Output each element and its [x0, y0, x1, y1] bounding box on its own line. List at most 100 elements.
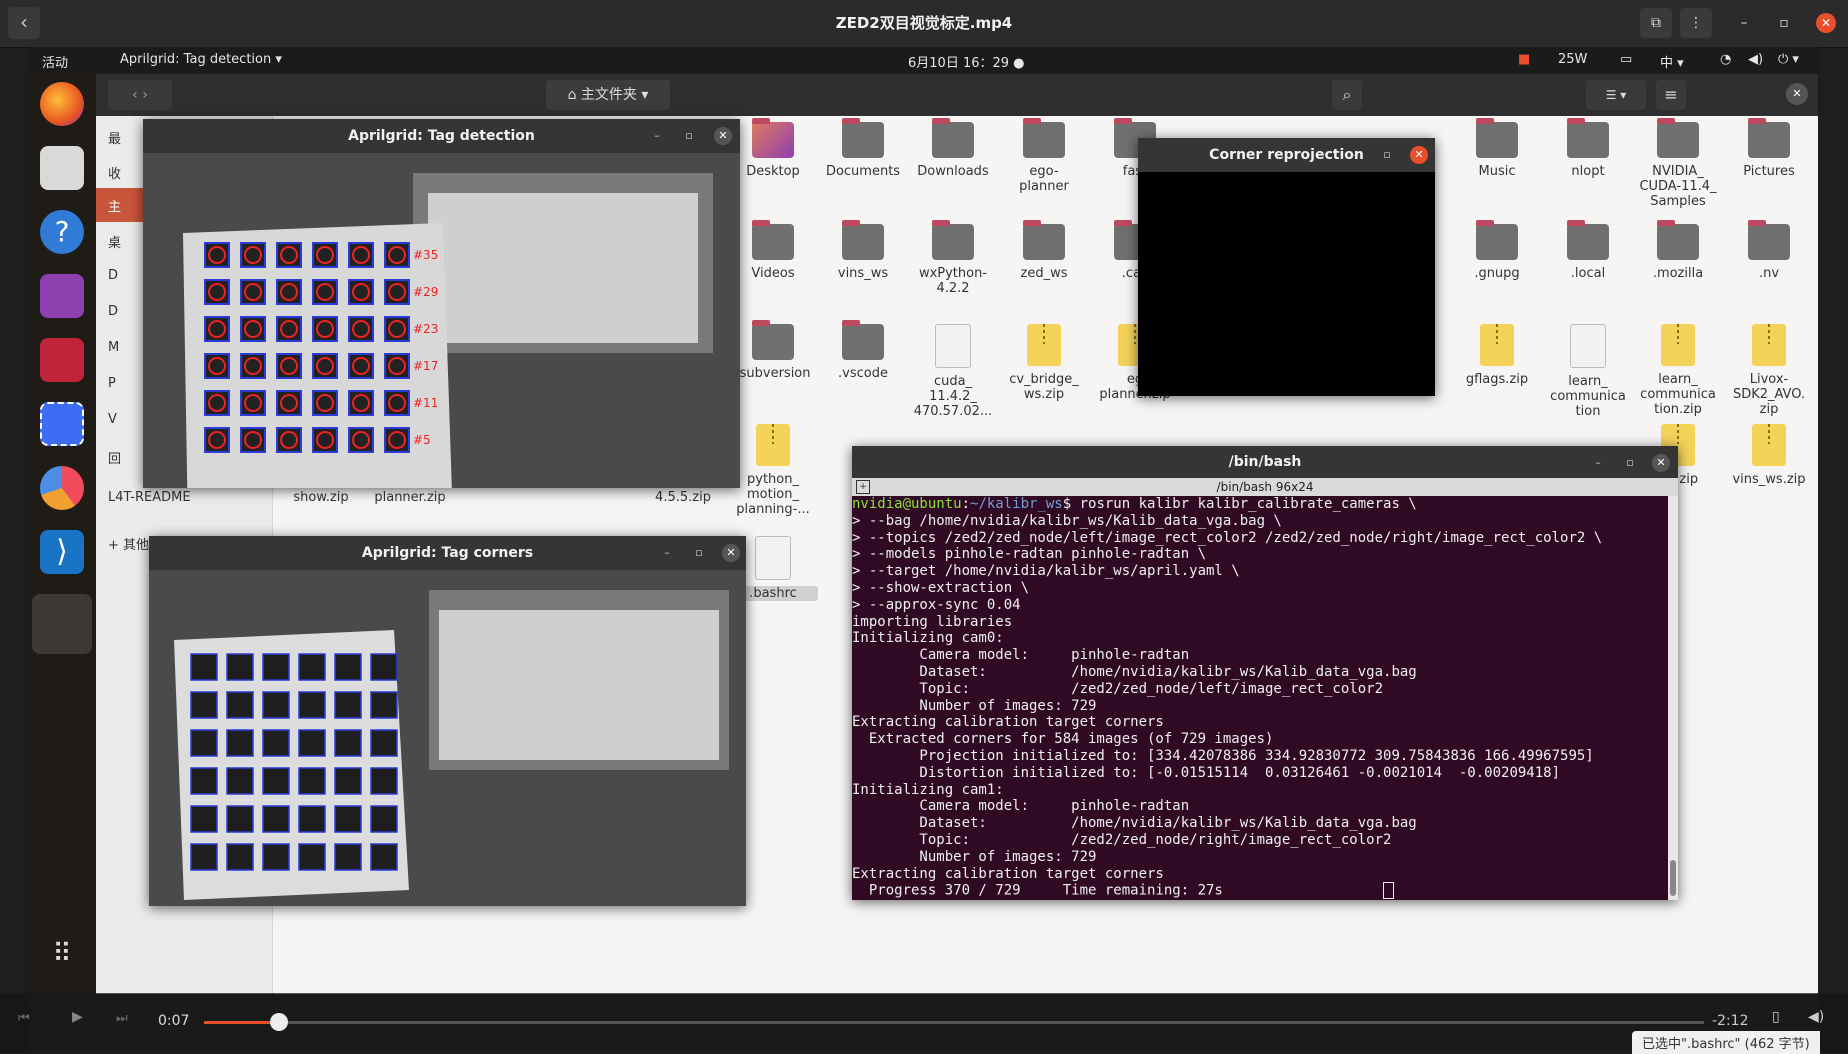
minimize-icon[interactable]: – — [659, 545, 675, 561]
corner-tag — [334, 729, 362, 757]
firefox-icon[interactable] — [40, 82, 84, 126]
screenshot-icon[interactable] — [40, 402, 84, 446]
power-icon[interactable]: ⏻ ▾ — [1778, 52, 1799, 67]
file-item[interactable]: learn_ communica tion.zip — [1633, 324, 1723, 417]
sidebar-item-pictures[interactable]: P — [108, 376, 116, 391]
file-item[interactable]: zed_ws — [999, 220, 1089, 281]
sidebar-item-recent[interactable]: 最 — [108, 128, 121, 147]
file-item[interactable]: cv_bridge_ ws.zip — [999, 324, 1089, 402]
playlist-icon[interactable]: ▯ — [1772, 1009, 1780, 1025]
file-item[interactable]: vins_ws.zip — [1724, 424, 1814, 487]
menu-icon[interactable]: ⋮ — [1680, 8, 1712, 38]
file-manager-close-icon[interactable]: ✕ — [1786, 83, 1808, 105]
file-item[interactable]: NVIDIA_ CUDA-11.4_ Samples — [1633, 118, 1723, 209]
corner-tag — [334, 691, 362, 719]
corner-reprojection-window[interactable]: Corner reprojection – ▫ ✕ — [1138, 138, 1435, 396]
seek-bar[interactable] — [204, 1013, 1704, 1031]
window-title[interactable]: /bin/bash — [852, 446, 1678, 478]
picture-in-picture-icon[interactable]: ⧉ — [1640, 8, 1672, 38]
close-icon[interactable]: ✕ — [722, 544, 740, 562]
folder-icon — [1567, 220, 1609, 260]
file-item[interactable]: Videos — [728, 220, 818, 281]
file-item[interactable]: Downloads — [908, 118, 998, 179]
file-item[interactable]: Documents — [818, 118, 908, 179]
sidebar-item-starred[interactable]: 收 — [108, 163, 121, 182]
minimize-icon[interactable]: – — [649, 128, 665, 144]
activities-button[interactable]: 活动 — [42, 52, 68, 71]
minimize-icon[interactable]: – — [1728, 8, 1760, 38]
volume-control-icon[interactable]: ◀) — [1808, 1009, 1824, 1025]
close-icon[interactable]: ✕ — [1410, 146, 1428, 164]
play-icon[interactable]: ▶ — [72, 1009, 83, 1025]
file-item[interactable]: python_ motion_ planning-... — [728, 424, 818, 517]
maximize-icon[interactable]: ▫ — [1768, 8, 1800, 38]
sidebar-item-other[interactable]: + 其他 — [108, 534, 149, 553]
sidebar-item-music[interactable]: M — [108, 340, 119, 355]
next-icon[interactable]: ⏭ — [116, 1011, 128, 1026]
sidebar-item-home[interactable]: 主 — [108, 196, 121, 215]
sidebar-item-l4t-readme[interactable]: L4T-README — [108, 490, 191, 505]
file-item[interactable]: gflags.zip — [1452, 324, 1542, 387]
window-title[interactable]: Aprilgrid: Tag corners — [149, 536, 746, 570]
close-icon[interactable]: ✕ — [1652, 454, 1670, 472]
app-menu[interactable]: Aprilgrid: Tag detection ▾ — [120, 52, 282, 67]
file-item[interactable]: .subversion — [728, 320, 818, 381]
file-item[interactable]: Music — [1452, 118, 1542, 179]
terminal-app-icon[interactable] — [40, 338, 84, 382]
terminal-window[interactable]: /bin/bash – ▫ ✕ /bin/bash 96x24 + nvidia… — [852, 446, 1678, 900]
files-icon[interactable] — [40, 146, 84, 190]
terminal-tab-title[interactable]: /bin/bash 96x24 — [852, 478, 1678, 496]
sidebar-item-videos[interactable]: V — [108, 412, 117, 427]
file-item[interactable]: .mozilla — [1633, 220, 1723, 281]
tag-corners-window[interactable]: Aprilgrid: Tag corners – ▫ ✕ — [149, 536, 746, 906]
sidebar-item-desktop[interactable]: 桌 — [108, 232, 121, 251]
scrollbar-thumb[interactable] — [1670, 860, 1676, 896]
vscode-icon[interactable]: ⟩ — [40, 530, 84, 574]
search-icon[interactable]: ⌕ — [1332, 80, 1362, 110]
file-item[interactable]: .local — [1543, 220, 1633, 281]
sidebar-item-trash[interactable]: 回 — [108, 448, 121, 467]
file-item[interactable]: learn_ communica tion — [1543, 324, 1633, 419]
maximize-icon[interactable]: ▫ — [1379, 147, 1395, 163]
terminal-scrollbar[interactable] — [1668, 496, 1678, 900]
sidebar-item-documents[interactable]: D — [108, 268, 118, 283]
view-toggle-icon[interactable]: ☰ ▾ — [1586, 80, 1646, 110]
back-forward-buttons[interactable]: ‹ › — [108, 80, 172, 110]
clock[interactable]: 6月10日 16：29 ● — [908, 52, 1025, 71]
file-item[interactable]: Desktop — [728, 118, 818, 179]
maximize-icon[interactable]: ▫ — [691, 545, 707, 561]
input-method[interactable]: 中 ▾ — [1660, 52, 1684, 71]
maximize-icon[interactable]: ▫ — [1622, 455, 1638, 471]
file-item[interactable]: ego- planner — [999, 118, 1089, 194]
close-icon[interactable]: ✕ — [1816, 13, 1836, 33]
new-tab-icon[interactable]: + — [856, 480, 870, 494]
app-grid-icon[interactable]: ⠿ — [40, 932, 84, 976]
power-readout[interactable]: 25W — [1558, 52, 1587, 67]
previous-icon[interactable]: ⏮ — [18, 1011, 30, 1026]
sidebar-item-downloads[interactable]: D — [108, 304, 118, 319]
file-item[interactable]: Pictures — [1724, 118, 1814, 179]
file-item[interactable]: cuda_ 11.4.2_ 470.57.02... — [908, 324, 998, 419]
close-icon[interactable]: ✕ — [714, 127, 732, 145]
seek-bar-handle[interactable] — [270, 1013, 288, 1031]
file-item[interactable]: vins_ws — [818, 220, 908, 281]
file-item[interactable]: wxPython- 4.2.2 — [908, 220, 998, 296]
file-item[interactable]: Livox- SDK2_AVO. zip — [1724, 324, 1814, 417]
maximize-icon[interactable]: ▫ — [681, 128, 697, 144]
file-item[interactable]: .vscode — [818, 320, 908, 381]
wifi-icon[interactable]: ◔ — [1720, 52, 1731, 67]
tag-detection-window[interactable]: Aprilgrid: Tag detection – ▫ ✕ #35 #29 #23… — [143, 119, 740, 488]
file-item[interactable]: .nv — [1724, 220, 1814, 281]
file-item[interactable]: .gnupg — [1452, 220, 1542, 281]
volume-icon[interactable]: ◀) — [1748, 52, 1763, 67]
video-player-icon[interactable] — [40, 274, 84, 318]
running-app-icon[interactable] — [32, 594, 92, 654]
minimize-icon[interactable]: – — [1348, 147, 1364, 163]
hamburger-menu-icon[interactable]: ≡ — [1656, 80, 1686, 110]
disk-usage-icon[interactable] — [40, 466, 84, 510]
location-button[interactable]: ⌂ 主文件夹 ▾ — [546, 80, 670, 110]
file-item[interactable]: nlopt — [1543, 118, 1633, 179]
minimize-icon[interactable]: – — [1590, 455, 1606, 471]
terminal-output[interactable]: nvidia@ubuntu:~/kalibr_ws$ rosrun kalibr… — [852, 496, 1668, 900]
help-icon[interactable]: ? — [40, 210, 84, 254]
